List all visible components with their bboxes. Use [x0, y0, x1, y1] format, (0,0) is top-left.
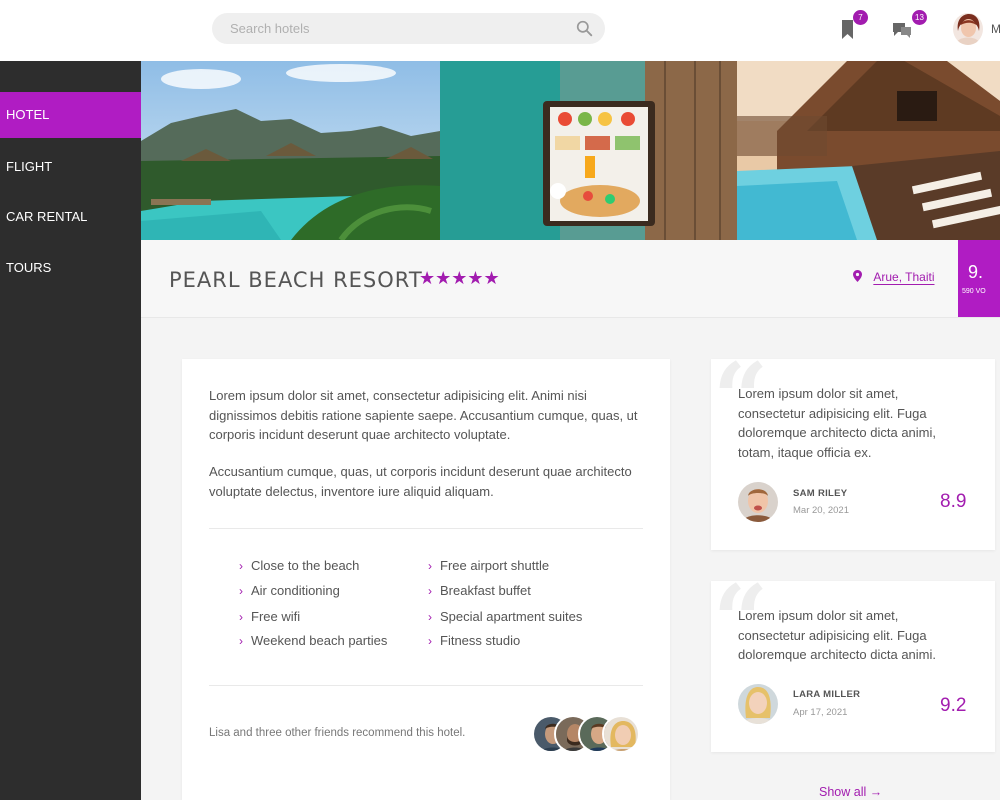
chevron-right-icon: › [239, 559, 243, 573]
bookmarks-badge: 7 [853, 10, 868, 25]
hotel-votes: 590 VO [962, 288, 986, 295]
star-rating: ★★★★★ [419, 268, 500, 288]
chevron-right-icon: › [239, 584, 243, 598]
messages-badge: 13 [912, 10, 927, 25]
review-date: Mar 20, 2021 [793, 505, 849, 516]
hotel-location-link[interactable]: Arue, Thaiti [853, 270, 935, 284]
feature-item: › Breakfast buffet [428, 583, 531, 598]
hotel-score-box: 9. 590 VO [958, 240, 1000, 317]
reviewer-name: SAM RILEY [793, 488, 848, 499]
feature-item: › Free airport shuttle [428, 558, 550, 573]
sidebar: HOTEL FLIGHT CAR RENTAL TOURS [0, 61, 141, 800]
description-paragraph-1: Lorem ipsum dolor sit amet, consectetur … [209, 388, 638, 442]
pool-photo-image [141, 61, 440, 240]
friend-avatar[interactable] [602, 715, 640, 753]
sidebar-item-flight[interactable]: FLIGHT [0, 144, 141, 190]
review-text: Lorem ipsum dolor sit amet, consectetur … [738, 608, 936, 662]
divider [209, 528, 643, 529]
bookmarks-button[interactable]: 7 [838, 10, 868, 44]
chevron-right-icon: › [239, 634, 243, 648]
sidebar-item-car-rental[interactable]: CAR RENTAL [0, 194, 141, 240]
user-avatar-image [953, 13, 983, 45]
feature-item: › Air conditioning [239, 583, 340, 598]
description-paragraph-2: Accusantium cumque, quas, ut corporis in… [209, 464, 632, 499]
feature-item: › Free wifi [239, 609, 301, 624]
breakfast-photo-image [440, 61, 737, 240]
hotel-title-bar: PEARL BEACH RESORT ★★★★★ Arue, Thaiti 9.… [141, 240, 1000, 318]
feature-item: › Close to the beach [239, 558, 360, 573]
hotel-photo-lodge[interactable] [737, 61, 1000, 240]
messages-button[interactable]: 13 [891, 10, 927, 44]
review-card: “ Lorem ipsum dolor sit amet, consectetu… [711, 359, 995, 550]
review-text: Lorem ipsum dolor sit amet, consectetur … [738, 386, 936, 460]
show-all-reviews-link[interactable]: Show all → [819, 785, 882, 799]
lodge-photo-image [737, 61, 1000, 240]
friends-avatars[interactable] [532, 715, 642, 755]
search-bar[interactable] [212, 13, 605, 44]
chevron-right-icon: › [239, 610, 243, 624]
hotel-location-text[interactable]: Arue, Thaiti [873, 270, 934, 284]
search-input[interactable] [230, 13, 570, 44]
search-icon[interactable] [576, 20, 593, 37]
reviewer-avatar-image [738, 684, 778, 724]
reviewer-avatar[interactable] [738, 482, 778, 522]
review-card: “ Lorem ipsum dolor sit amet, consectetu… [711, 581, 995, 752]
chevron-right-icon: › [428, 584, 432, 598]
friend-avatar-image [604, 717, 638, 751]
friends-recommend-text: Lisa and three other friends recommend t… [209, 727, 466, 739]
reviewer-avatar-image [738, 482, 778, 522]
chat-bubbles-icon [893, 23, 911, 38]
hotel-description-card: Lorem ipsum dolor sit amet, consectetur … [182, 359, 670, 800]
hotel-photo-breakfast[interactable] [440, 61, 737, 240]
bookmark-icon [842, 20, 853, 39]
feature-item: › Weekend beach parties [239, 633, 388, 648]
sidebar-item-tours[interactable]: TOURS [0, 245, 141, 291]
feature-item: › Fitness studio [428, 633, 521, 648]
chevron-right-icon: › [428, 634, 432, 648]
divider [209, 685, 643, 686]
review-date: Apr 17, 2021 [793, 707, 848, 718]
sidebar-item-hotel[interactable]: HOTEL [0, 92, 141, 138]
chevron-right-icon: › [428, 610, 432, 624]
feature-item: › Special apartment suites [428, 609, 583, 624]
hotel-photo-pool[interactable] [141, 61, 440, 240]
reviewer-avatar[interactable] [738, 684, 778, 724]
map-pin-icon [853, 270, 862, 282]
hotel-score: 9. [968, 262, 984, 282]
top-header: 7 13 M [0, 0, 1000, 61]
user-name[interactable]: M [991, 22, 1000, 36]
reviewer-name: LARA MILLER [793, 689, 861, 700]
review-score: 9.2 [940, 695, 967, 716]
chevron-right-icon: › [428, 559, 432, 573]
review-score: 8.9 [940, 491, 967, 512]
hotel-name: PEARL BEACH RESORT [169, 268, 423, 292]
user-avatar[interactable] [953, 13, 983, 45]
